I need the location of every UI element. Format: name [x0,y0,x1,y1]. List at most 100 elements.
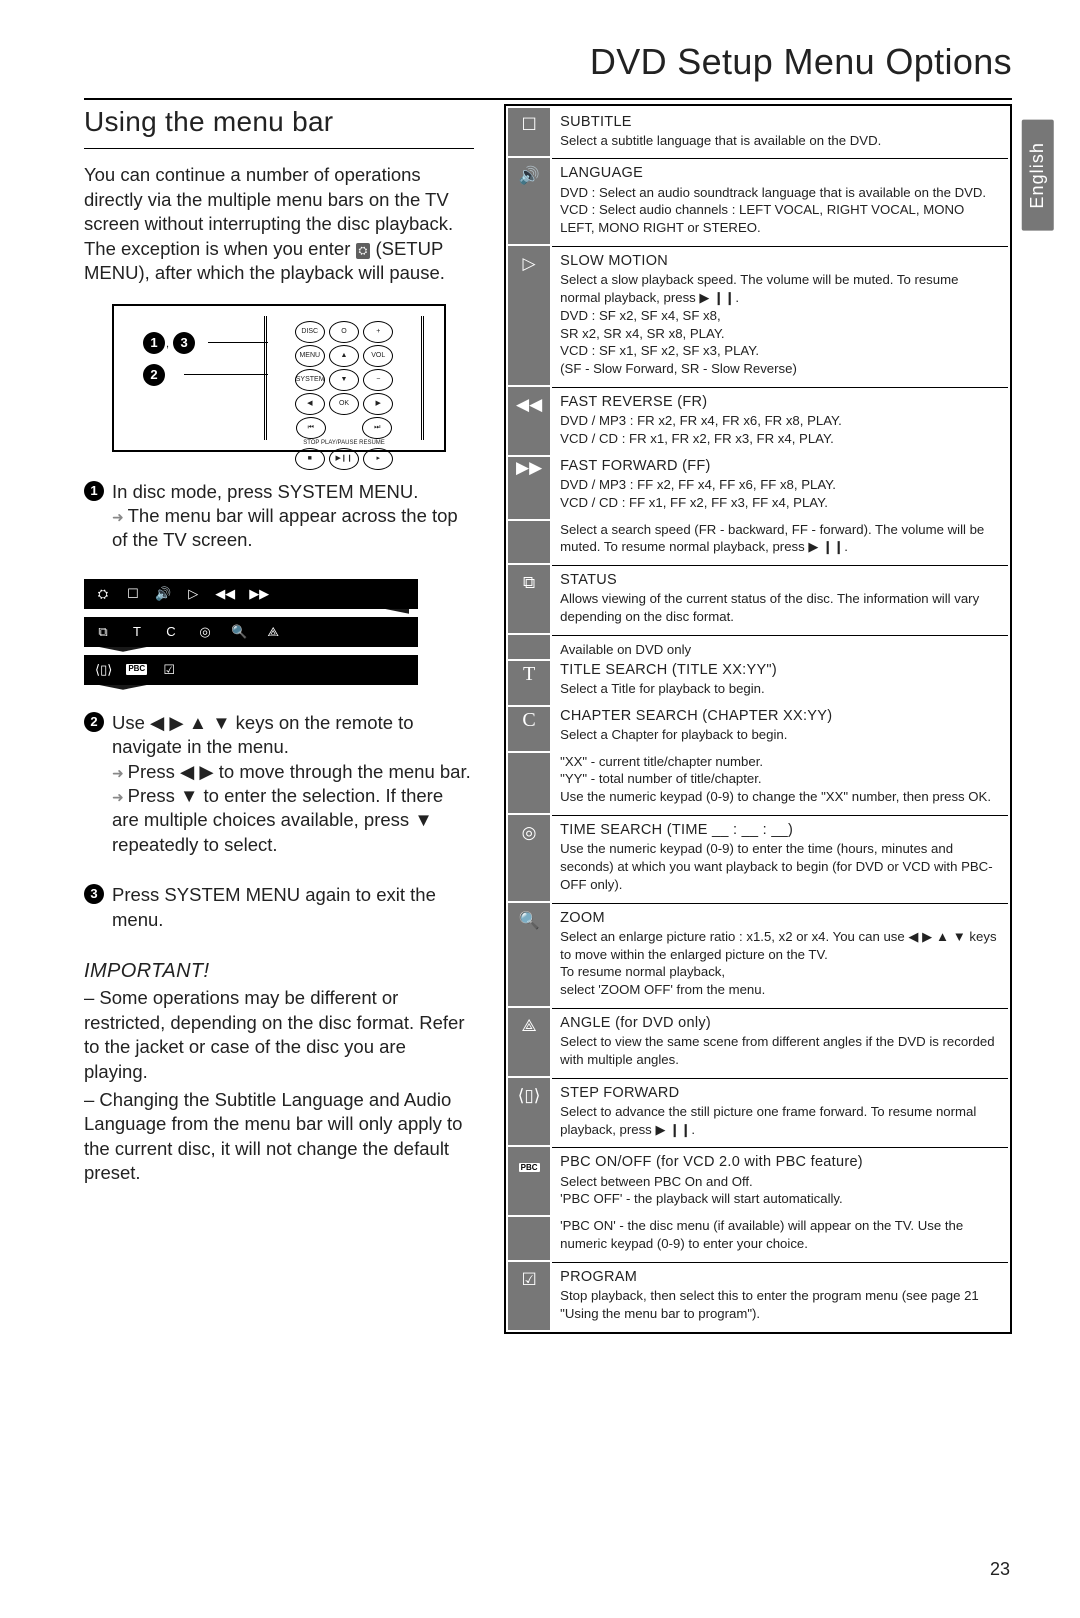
remote-btn-ok: OK [329,393,359,415]
remote-btn-stop: ■ [295,448,325,470]
callout-1: 1 [143,332,165,354]
menu-option-cell: ANGLE (for DVD only)Select to view the s… [552,1008,1008,1076]
menu-option-title: STATUS [560,571,1000,590]
callout-2: 2 [143,364,165,386]
remote-btn-left: ◀ [295,393,325,415]
menu-icon: ◀◀ [508,387,550,455]
language-tab: English [1022,120,1054,231]
menu-icon-blank [508,1217,550,1260]
remote-label: PLAY/PAUSE [321,440,357,446]
menu-option-body: Available on DVD only [560,641,1000,659]
important-2: – Changing the Subtitle Language and Aud… [84,1088,474,1186]
bar-icon: ▷ [185,585,201,602]
menu-icon: ⟁ [508,1008,550,1076]
menu-icon: ⧉ [508,565,550,633]
menu-option-title: TITLE SEARCH (TITLE XX:YY") [560,661,1000,680]
menu-option-title: LANGUAGE [560,164,1000,183]
menu-icon: 🔍 [508,903,550,1006]
menu-option-body: Select an enlarge picture ratio : x1.5, … [560,928,1000,999]
menu-option-body: Select to advance the still picture one … [560,1103,1000,1139]
bar-icon: ◎ [197,623,213,640]
bar-icon: ◀◀ [215,585,235,602]
bar-icon-pbc: PBC [126,664,147,675]
menu-option-body: Use the numeric keypad (0-9) to enter th… [560,840,1000,893]
menu-icon-pbc: PBC [508,1147,550,1215]
menu-option-body: "XX" - current title/chapter number."YY"… [560,753,1000,806]
menu-option-body: Select a Title for playback to begin. [560,680,1000,698]
menu-icon: ⟨▯⟩ [508,1078,550,1146]
menu-option-body: Select a subtitle language that is avail… [560,132,1000,150]
menu-option-body: Allows viewing of the current status of … [560,590,1000,626]
menu-option-body: DVD / MP3 : FR x2, FR x4, FR x6, FR x8, … [560,412,1000,448]
menu-option-cell: Available on DVD only [552,635,1008,659]
bar-icon: ⧉ [95,623,111,640]
menu-option-title: TIME SEARCH (TIME __ : __ : __) [560,821,1000,840]
menu-option-cell: STEP FORWARDSelect to advance the still … [552,1078,1008,1146]
menu-option-title: FAST FORWARD (FF) [560,457,1000,476]
remote-btn: + [363,321,393,343]
menu-option-cell: 'PBC ON' - the disc menu (if available) … [552,1217,1008,1260]
section-heading: Using the menu bar [84,104,474,150]
menu-option-cell: PROGRAMStop playback, then select this t… [552,1262,1008,1330]
bar-icon: ⛭ [95,585,111,602]
remote-btn-next: ⏭ [362,417,392,439]
step2-sub2: Press ▼ to enter the selection. If there… [112,784,474,857]
menu-icon: C [508,707,550,751]
step1-text: In disc mode, press SYSTEM MENU. [112,481,418,502]
remote-btn-playpause: ▶❙❙ [329,448,359,470]
menu-icon: ☐ [508,108,550,157]
remote-btn: O [329,321,359,343]
menu-option-body: DVD / MP3 : FF x2, FF x4, FF x6, FF x8, … [560,476,1000,512]
menu-option-title: PBC ON/OFF (for VCD 2.0 with PBC feature… [560,1153,1000,1172]
menu-icon-blank [508,753,550,813]
step-num-3: 3 [84,884,104,904]
menu-option-cell: FAST REVERSE (FR)DVD / MP3 : FR x2, FR x… [552,387,1008,455]
menu-options-table: ☐ SUBTITLESelect a subtitle language that… [504,104,1012,1334]
remote-label: STOP [303,440,319,446]
menu-option-body: Select a search speed (FR - backward, FF… [560,521,1000,557]
remote-btn: MENU [295,345,325,367]
step2-text: Use ◀ ▶ ▲ ▼ keys on the remote to naviga… [112,712,414,757]
bar-icon: C [163,623,179,640]
important-heading: IMPORTANT! [84,958,474,984]
menu-icon-blank [508,521,550,564]
menu-option-cell: ZOOMSelect an enlarge picture ratio : x1… [552,903,1008,1006]
setup-menu-icon: ⛭ [356,243,371,260]
remote-btn-right: ▶ [363,393,393,415]
step-1: 1 In disc mode, press SYSTEM MENU. The m… [84,480,474,553]
remote-figure: 1, 3 2 DISC O + MENU ▲ VOL [112,304,446,452]
page-number: 23 [990,1558,1010,1582]
menu-option-title: ANGLE (for DVD only) [560,1014,1000,1033]
bar-icon: 🔍 [231,623,247,640]
remote-btn: DISC [295,321,325,343]
remote-label: RESUME [359,440,385,446]
menu-option-cell: STATUSAllows viewing of the current stat… [552,565,1008,633]
step2-sub1: Press ◀ ▶ to move through the menu bar. [112,760,474,784]
page-title: DVD Setup Menu Options [84,38,1012,100]
step-num-2: 2 [84,712,104,732]
menu-option-cell: LANGUAGEDVD : Select an audio soundtrack… [552,158,1008,244]
remote-btn: VOL [363,345,393,367]
callout-3: 3 [173,332,195,354]
menu-option-cell: FAST FORWARD (FF)DVD / MP3 : FF x2, FF x… [552,457,1008,519]
menu-option-cell: "XX" - current title/chapter number."YY"… [552,753,1008,813]
menu-option-title: STEP FORWARD [560,1084,1000,1103]
menu-option-body: Select to view the same scene from diffe… [560,1033,1000,1069]
remote-btn-prev: ⏮ [296,417,326,439]
menu-icon: ☑ [508,1262,550,1330]
menu-option-title: PROGRAM [560,1268,1000,1287]
menu-option-title: ZOOM [560,909,1000,928]
step3-text: Press SYSTEM MENU again to exit the menu… [112,884,436,929]
step-3: 3 Press SYSTEM MENU again to exit the me… [84,883,474,932]
menubar-figure: ⛭ ☐ 🔊 ▷ ◀◀ ▶▶ ⧉ T C ◎ 🔍 ⟁ ⟨▯⟩ PBC ☑ [84,579,418,685]
remote-btn: − [363,369,393,391]
important-block: IMPORTANT! – Some operations may be diff… [84,958,474,1186]
menu-option-body: 'PBC ON' - the disc menu (if available) … [560,1217,1000,1253]
menu-option-cell: PBC ON/OFF (for VCD 2.0 with PBC feature… [552,1147,1008,1215]
bar-icon: 🔊 [155,585,171,602]
menu-option-title: SUBTITLE [560,113,1000,132]
step1-sub: The menu bar will appear across the top … [112,504,474,553]
menu-option-cell: CHAPTER SEARCH (CHAPTER XX:YY)Select a C… [552,707,1008,751]
menu-option-body: Select between PBC On and Off.'PBC OFF' … [560,1173,1000,1209]
menu-option-cell: SLOW MOTIONSelect a slow playback speed.… [552,246,1008,385]
